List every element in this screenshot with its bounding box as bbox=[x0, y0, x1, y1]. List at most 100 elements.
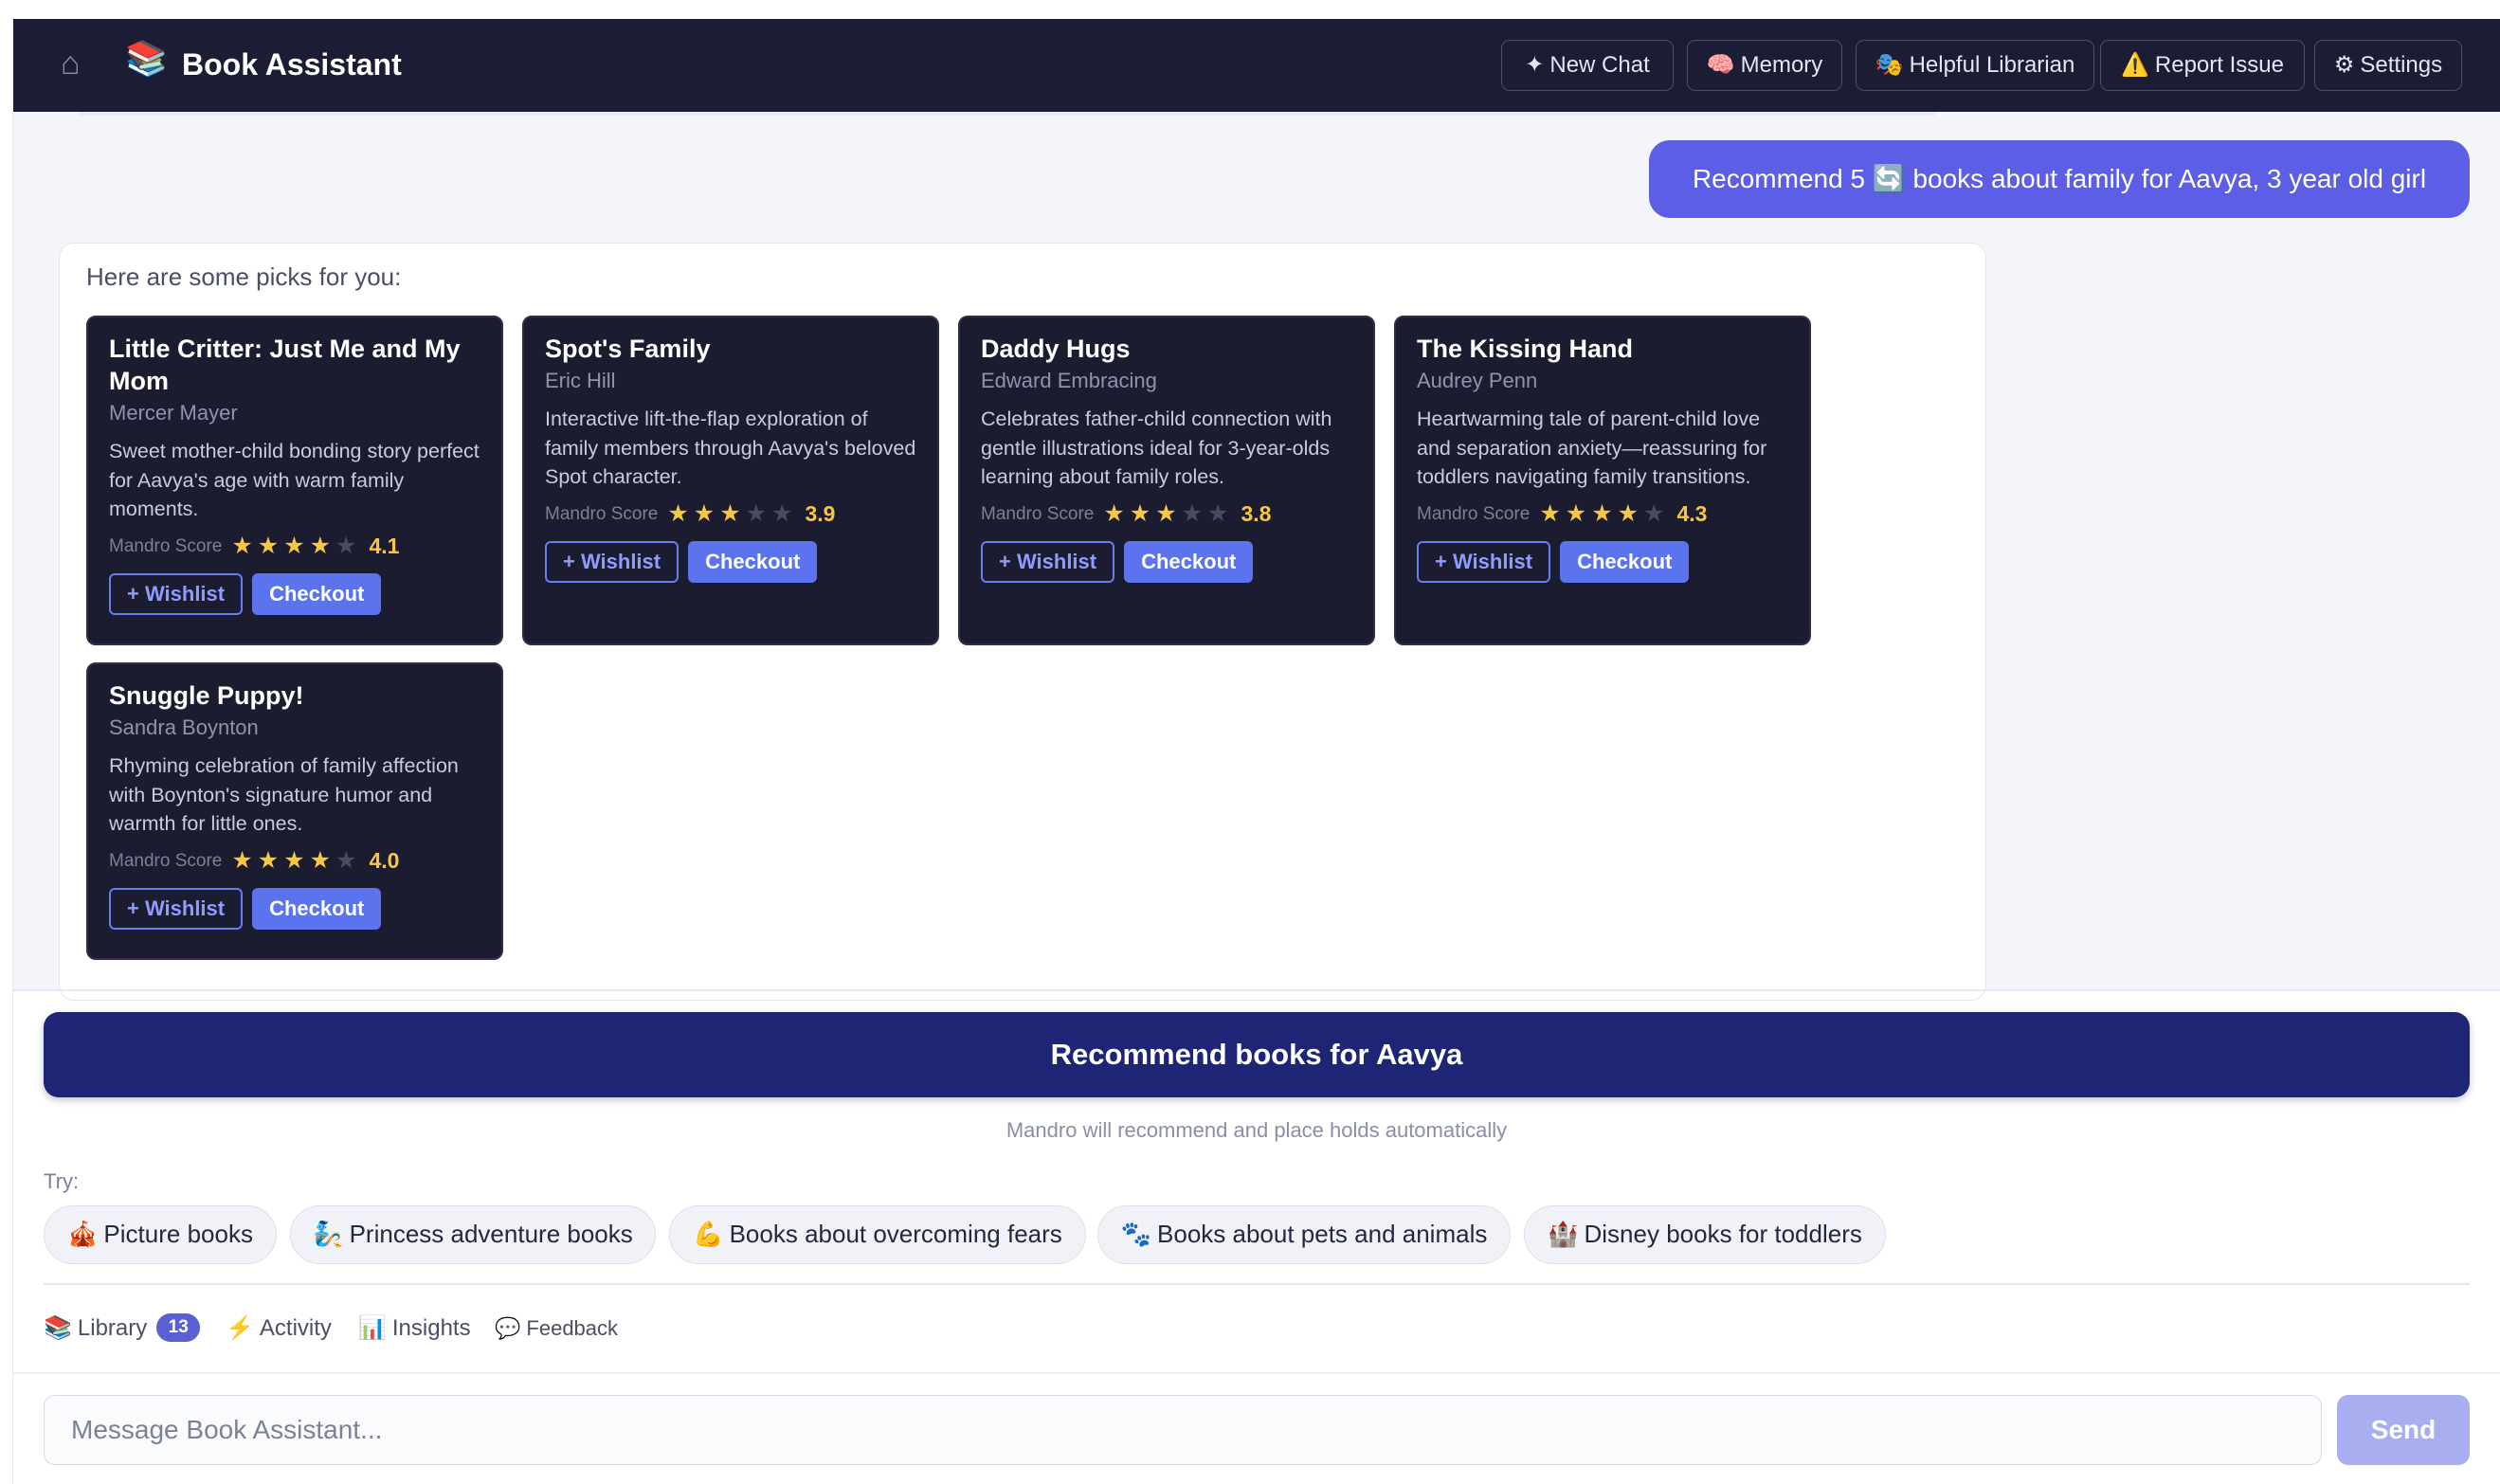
input-divider bbox=[13, 1372, 2500, 1374]
checkout-button[interactable]: Checkout bbox=[252, 887, 382, 930]
new-chat-button[interactable]: ✦ New Chat bbox=[1501, 40, 1674, 91]
suggestion-chip-disney-toddlers[interactable]: 🏰 Disney books for toddlers bbox=[1524, 1205, 1886, 1264]
mandro-score: Mandro Score ★ ★ ★ ★ ★ 3.8 bbox=[981, 499, 1352, 530]
star-empty-icon: ★ bbox=[335, 847, 357, 874]
bar-chart-icon: 📊 bbox=[358, 1315, 387, 1341]
home-icon[interactable]: ⌂ bbox=[61, 47, 81, 80]
tab-activity[interactable]: ⚡ Activity bbox=[226, 1312, 332, 1346]
memory-button[interactable]: 🧠 Memory bbox=[1687, 40, 1842, 91]
suggestion-label: Disney books for toddlers bbox=[1584, 1220, 1862, 1248]
suggestion-chip-pets-animals[interactable]: 🐾 Books about pets and animals bbox=[1097, 1205, 1511, 1264]
star-icon: ★ bbox=[309, 533, 332, 559]
score-label: Mandro Score bbox=[109, 850, 223, 871]
book-author: Audrey Penn bbox=[1417, 369, 1538, 392]
castle-icon: 🏰 bbox=[1548, 1220, 1579, 1248]
wishlist-button[interactable]: + Wishlist bbox=[981, 540, 1115, 583]
book-description: Rhyming celebration of family affection … bbox=[109, 754, 459, 835]
brain-icon: 🧠 bbox=[1706, 52, 1735, 78]
star-empty-icon: ★ bbox=[771, 500, 793, 527]
library-count-badge: 13 bbox=[156, 1312, 201, 1342]
book-description: Sweet mother-child bonding story perfect… bbox=[109, 440, 480, 520]
star-icon: ★ bbox=[257, 533, 280, 559]
tab-feedback[interactable]: 💬 Feedback bbox=[495, 1312, 618, 1346]
book-author: Eric Hill bbox=[545, 369, 616, 392]
tab-label: Insights bbox=[391, 1315, 471, 1341]
tab-library[interactable]: 📚 Library 13 bbox=[44, 1312, 201, 1346]
books-icon: 📚 bbox=[125, 39, 168, 78]
suggestion-chip-overcoming-fears[interactable]: 💪 Books about overcoming fears bbox=[669, 1205, 1086, 1264]
message-input[interactable] bbox=[44, 1395, 2322, 1465]
score-label: Mandro Score bbox=[981, 503, 1095, 524]
book-author: Edward Embracing bbox=[981, 369, 1157, 392]
book-description: Interactive lift-the-flap exploration of… bbox=[545, 407, 916, 488]
checkout-button[interactable]: Checkout bbox=[252, 572, 382, 615]
checkout-button[interactable]: Checkout bbox=[1560, 540, 1690, 583]
star-icon: ★ bbox=[1539, 500, 1561, 527]
helpful-librarian-label: Helpful Librarian bbox=[1909, 52, 2075, 78]
score-value: 4.0 bbox=[369, 848, 400, 873]
book-title: Little Critter: Just Me and My Mom bbox=[109, 335, 461, 395]
masks-icon: 🎭 bbox=[1875, 52, 1904, 78]
wishlist-button[interactable]: + Wishlist bbox=[109, 887, 244, 930]
score-value: 3.8 bbox=[1241, 501, 1272, 526]
send-button[interactable]: Send bbox=[2337, 1395, 2470, 1465]
composer-divider bbox=[13, 989, 2500, 991]
settings-button[interactable]: ⚙ Settings bbox=[2314, 40, 2462, 91]
wishlist-button[interactable]: + Wishlist bbox=[1417, 540, 1551, 583]
score-label: Mandro Score bbox=[545, 503, 659, 524]
star-icon: ★ bbox=[257, 847, 280, 874]
suggestion-label: Princess adventure books bbox=[349, 1220, 633, 1248]
book-title: Snuggle Puppy! bbox=[109, 681, 304, 710]
settings-label: Settings bbox=[2360, 52, 2443, 78]
books-icon: 📚 bbox=[44, 1315, 72, 1341]
suggestion-chip-picture-books[interactable]: 🎪 Picture books bbox=[44, 1205, 277, 1264]
book-title: Spot's Family bbox=[545, 335, 711, 363]
assistant-intro-text: Here are some picks for you: bbox=[86, 262, 402, 291]
star-icon: ★ bbox=[283, 533, 305, 559]
book-card: Little Critter: Just Me and My Mom Merce… bbox=[86, 316, 503, 645]
tab-label: Activity bbox=[259, 1315, 332, 1341]
report-issue-label: Report Issue bbox=[2154, 52, 2284, 78]
recommend-subtext: Mandro will recommend and place holds au… bbox=[1005, 1118, 1508, 1142]
star-icon: ★ bbox=[231, 533, 253, 559]
star-icon: ★ bbox=[309, 847, 332, 874]
assistant-message: Here are some picks for you: Little Crit… bbox=[59, 243, 1986, 1001]
star-icon: ★ bbox=[1155, 500, 1177, 527]
checkout-button[interactable]: Checkout bbox=[688, 540, 818, 583]
helpful-librarian-button[interactable]: 🎭 Helpful Librarian bbox=[1856, 40, 2094, 91]
book-author: Sandra Boynton bbox=[109, 715, 259, 739]
mandro-score: Mandro Score ★ ★ ★ ★ ★ 3.9 bbox=[545, 499, 916, 530]
chat-scroll-area[interactable]: Recommend 5 🔄 books about family for Aav… bbox=[13, 112, 2500, 1001]
window-left-edge bbox=[0, 0, 13, 1484]
tabs-divider bbox=[44, 1283, 2470, 1285]
star-empty-icon: ★ bbox=[1207, 500, 1229, 527]
app-title: Book Assistant bbox=[182, 47, 402, 81]
mandro-score: Mandro Score ★ ★ ★ ★ ★ 4.1 bbox=[109, 532, 480, 562]
sparkle-icon: ✦ bbox=[1525, 52, 1545, 78]
flexed-arm-icon: 💪 bbox=[693, 1220, 724, 1248]
book-card: Snuggle Puppy! Sandra Boynton Rhyming ce… bbox=[86, 662, 503, 960]
star-icon: ★ bbox=[667, 500, 689, 527]
suggestion-chip-princess-adventure[interactable]: 🧞 Princess adventure books bbox=[290, 1205, 656, 1264]
star-icon: ★ bbox=[1591, 500, 1613, 527]
star-icon: ★ bbox=[719, 500, 741, 527]
circus-tent-icon: 🎪 bbox=[67, 1220, 99, 1248]
report-issue-button[interactable]: ⚠️ Report Issue bbox=[2100, 40, 2305, 91]
paw-prints-icon: 🐾 bbox=[1120, 1220, 1152, 1248]
suggestion-label: Books about pets and animals bbox=[1157, 1220, 1488, 1248]
star-empty-icon: ★ bbox=[1643, 500, 1665, 527]
score-value: 4.1 bbox=[369, 534, 400, 558]
score-value: 4.3 bbox=[1676, 501, 1708, 526]
tab-label: Feedback bbox=[526, 1316, 619, 1340]
suggestion-label: Picture books bbox=[103, 1220, 253, 1248]
book-description: Heartwarming tale of parent-child love a… bbox=[1417, 407, 1767, 488]
tab-insights[interactable]: 📊 Insights bbox=[358, 1312, 471, 1346]
star-icon: ★ bbox=[1617, 500, 1639, 527]
book-card: The Kissing Hand Audrey Penn Heartwarmin… bbox=[1394, 316, 1811, 645]
gear-icon: ⚙ bbox=[2333, 52, 2355, 78]
checkout-button[interactable]: Checkout bbox=[1124, 540, 1254, 583]
wishlist-button[interactable]: + Wishlist bbox=[109, 572, 244, 615]
recommend-books-button[interactable]: Recommend books for Aavya bbox=[44, 1012, 2470, 1097]
score-value: 3.9 bbox=[805, 501, 836, 526]
wishlist-button[interactable]: + Wishlist bbox=[545, 540, 679, 583]
